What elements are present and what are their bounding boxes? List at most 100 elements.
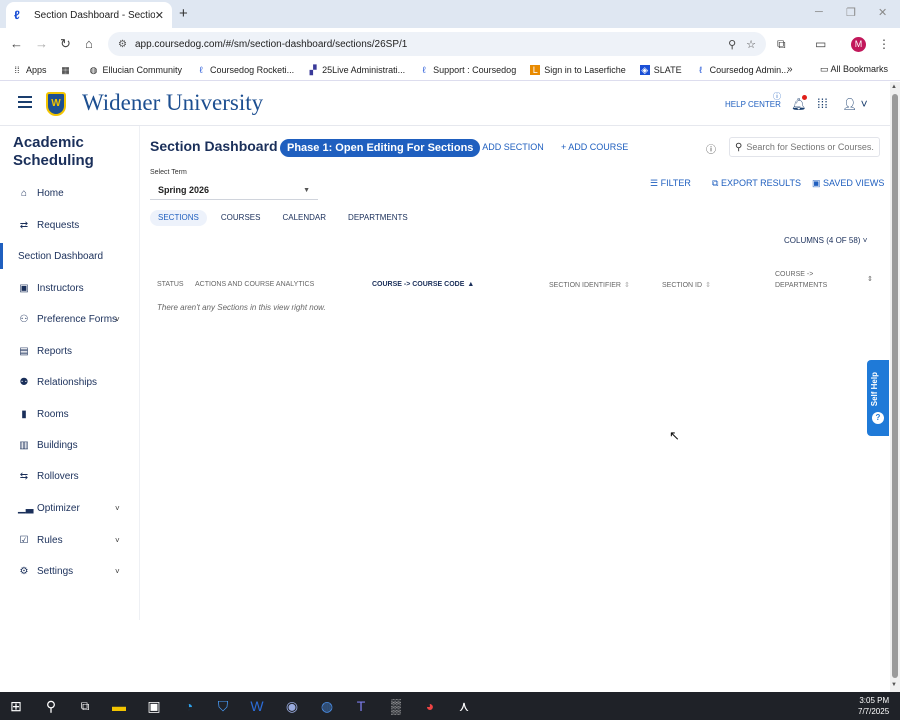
globe-icon: ◍ <box>89 65 98 75</box>
file-explorer-icon[interactable]: ▬ <box>110 697 128 715</box>
search-icon[interactable]: ⚲ <box>42 697 60 715</box>
search-icon: ⚲ <box>735 141 743 153</box>
bookmark-ellucian[interactable]: ◍ Ellucian Community <box>89 65 182 75</box>
sort-icon: ⇕ <box>623 282 630 289</box>
bookmark-support-coursedog[interactable]: ℓ Support : Coursedog <box>419 65 517 75</box>
laserfiche-icon: L <box>530 65 541 75</box>
sidebar-item-instructors[interactable]: ▣ Instructors <box>0 275 139 301</box>
bookmarks-bar: ⁞⁞ Apps ▦ ◍ Ellucian Community ℓ Coursedog … <box>0 60 900 81</box>
tab-calendar[interactable]: CALENDAR <box>274 210 334 226</box>
browser-tab-active[interactable]: ℓ Section Dashboard - Sections ✕ <box>6 2 172 28</box>
term-select[interactable]: Spring 2026 ▼ <box>150 181 318 200</box>
bookmark-star-icon[interactable]: ☆ <box>746 38 756 51</box>
bookmarks-overflow-icon[interactable]: » <box>787 64 793 75</box>
bookmark-coursedog-admin[interactable]: ℓ Coursedog Admin... <box>696 65 789 75</box>
sidebar-item-rollovers[interactable]: ⇆ Rollovers <box>0 463 139 489</box>
tab-search-icon[interactable]: ▭ <box>815 37 826 51</box>
teams-icon[interactable]: T <box>352 697 370 715</box>
column-header-section-id[interactable]: SECTION ID ⇕ <box>662 281 711 289</box>
instructor-icon: ▣ <box>19 282 29 294</box>
back-arrow-icon[interactable]: ← <box>10 36 23 52</box>
restore-window-icon[interactable]: ❐ <box>846 6 856 19</box>
all-bookmarks-button[interactable]: ▭ All Bookmarks <box>820 64 888 75</box>
hamburger-menu-icon[interactable] <box>18 96 32 108</box>
security-shield-icon[interactable]: ⛉ <box>214 697 232 715</box>
sidebar-item-section-dashboard[interactable]: Section Dashboard <box>0 243 139 269</box>
tab-departments[interactable]: DEPARTMENTS <box>340 210 416 226</box>
tab-sections[interactable]: SECTIONS <box>150 210 207 226</box>
sidebar-item-preference-forms[interactable]: ⚇ Preference Forms ˅ <box>0 306 139 332</box>
search-input[interactable] <box>746 142 875 152</box>
save-icon: ▣ <box>812 178 824 188</box>
phase-badge[interactable]: Phase 1: Open Editing For Sections <box>280 139 481 157</box>
filter-button[interactable]: ☰ FILTER <box>650 178 691 189</box>
add-section-button[interactable]: + ADD SECTION <box>475 142 544 152</box>
tab-courses[interactable]: COURSES <box>213 210 269 226</box>
bookmark-apps[interactable]: ⁞⁞ Apps <box>12 65 46 75</box>
scroll-down-icon[interactable]: ▼ <box>891 682 897 688</box>
column-header-course-departments[interactable]: COURSE -> DEPARTMENTS <box>775 269 827 291</box>
extensions-icon[interactable]: ⧉ <box>777 37 786 51</box>
app-icon[interactable]: ◍ <box>318 697 336 715</box>
home-browser-icon[interactable]: ⌂ <box>85 36 93 52</box>
profile-avatar[interactable]: M <box>851 37 866 52</box>
university-name: Widener University <box>82 90 264 115</box>
close-window-icon[interactable]: ✕ <box>878 6 887 19</box>
new-tab-button[interactable]: + <box>179 5 188 23</box>
close-tab-icon[interactable]: ✕ <box>155 9 164 22</box>
scroll-up-icon[interactable]: ▲ <box>891 84 897 90</box>
app-grid-icon[interactable]: ⁞⁞⁞ <box>817 97 828 111</box>
bookmark-laserfiche[interactable]: L Sign in to Laserfiche <box>530 65 626 75</box>
export-results-button[interactable]: ⧉ EXPORT RESULTS <box>712 178 801 189</box>
sidebar-item-rooms[interactable]: ▮ Rooms <box>0 401 139 427</box>
bookmark-slate[interactable]: ◈ SLATE <box>639 65 682 75</box>
zoom-icon[interactable]: ⚲ <box>728 38 736 51</box>
sidebar-item-home[interactable]: ⌂ Home <box>0 180 139 206</box>
export-icon: ⧉ <box>712 178 721 188</box>
sidebar-item-relationships[interactable]: ⚉ Relationships <box>0 369 139 395</box>
windows-taskbar: ⊞ ⚲ ⧉ ▬ ▣ ◔ ⛉ W ◉ ◍ T ▒ ◕ ⋏ <box>0 692 900 720</box>
column-header-section-identifier[interactable]: SECTION IDENTIFIER ⇕ <box>549 281 630 289</box>
sort-icon[interactable]: ⇕ <box>867 275 873 283</box>
chrome-icon[interactable]: ◕ <box>421 697 439 715</box>
requests-icon: ⇄ <box>19 219 29 231</box>
reload-icon[interactable]: ↻ <box>60 36 71 52</box>
widener-shield-logo: W <box>46 92 66 116</box>
address-bar[interactable]: ⚙ app.coursedog.com/#/sm/section-dashboa… <box>108 32 766 56</box>
scrollbar-thumb[interactable] <box>892 94 898 678</box>
apps-grid-icon: ⁞⁞ <box>14 65 20 75</box>
minimize-window-icon[interactable]: ─ <box>815 6 823 18</box>
app-icon[interactable]: ⋏ <box>455 697 473 715</box>
sidebar-item-optimizer[interactable]: ▁▃ Optimizer ˅ <box>0 495 139 521</box>
sidebar-item-buildings[interactable]: ▥ Buildings <box>0 432 139 458</box>
forward-arrow-icon[interactable]: → <box>35 36 48 52</box>
bookmark-tab-groups[interactable]: ▦ <box>61 65 75 75</box>
app-icon[interactable]: ◉ <box>283 697 301 715</box>
bookmark-coursedog-rocket[interactable]: ℓ Coursedog Rocketi... <box>196 65 295 75</box>
saved-views-button[interactable]: ▣ SAVED VIEWS <box>812 178 884 189</box>
add-course-button[interactable]: + ADD COURSE <box>561 142 628 152</box>
windows-start-icon[interactable]: ⊞ <box>7 697 25 715</box>
sidebar-item-reports[interactable]: ▤ Reports <box>0 338 139 364</box>
site-info-icon[interactable]: ⚙ <box>118 39 127 50</box>
columns-button[interactable]: COLUMNS (4 OF 58) ˅ <box>784 236 867 245</box>
user-menu-icon[interactable]: 👤︎ ˅ <box>842 97 868 111</box>
browser-menu-icon[interactable]: ⋮ <box>878 37 890 51</box>
building-icon: ▥ <box>19 439 29 451</box>
edge-icon[interactable]: ◔ <box>180 697 198 715</box>
sidebar-item-settings[interactable]: ⚙ Settings ˅ <box>0 558 139 584</box>
app-icon[interactable]: ▒ <box>387 697 405 715</box>
filter-icon: ☰ <box>650 178 661 188</box>
url-text: app.coursedog.com/#/sm/section-dashboard… <box>134 38 408 50</box>
view-tabs: SECTIONS COURSES CALENDAR DEPARTMENTS <box>150 210 422 226</box>
sidebar-item-requests[interactable]: ⇄ Requests <box>0 212 139 238</box>
column-header-course-code[interactable]: COURSE -> COURSE CODE ▲ <box>372 281 474 288</box>
store-icon[interactable]: ▣ <box>145 697 163 715</box>
task-view-icon[interactable]: ⧉ <box>76 697 94 715</box>
word-icon[interactable]: W <box>248 697 266 715</box>
folder-icon: ▭ <box>820 64 831 74</box>
bookmark-25live[interactable]: ▞ 25Live Administrati... <box>308 65 406 75</box>
chevron-down-icon: ˅ <box>115 566 120 576</box>
info-icon[interactable]: ⓘ <box>706 141 716 156</box>
sidebar-item-rules[interactable]: ☑ Rules ˅ <box>0 527 139 553</box>
